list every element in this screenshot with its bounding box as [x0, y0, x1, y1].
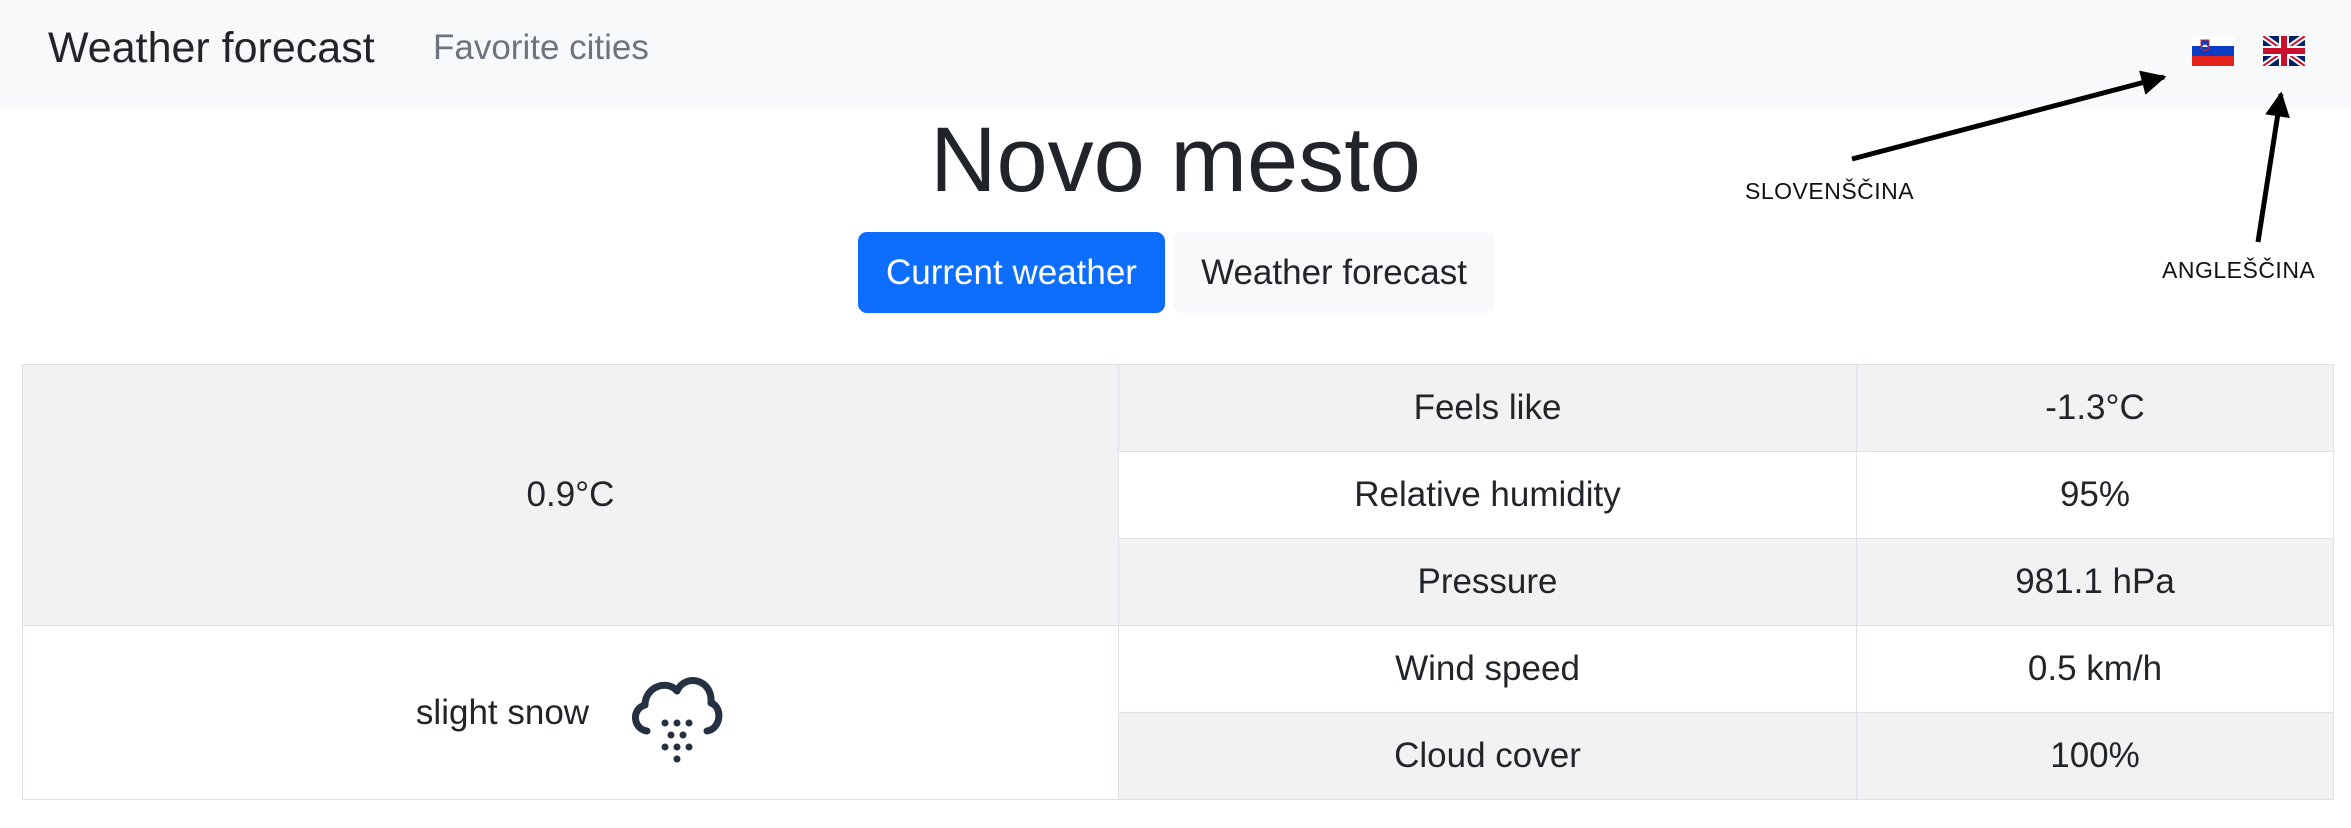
row-label-humidity: Relative humidity [1118, 451, 1857, 539]
uk-flag-icon[interactable] [2263, 36, 2305, 66]
table-row: slight snow Wind speed 0.5 km/h [22, 625, 2334, 800]
tab-current-weather[interactable]: Current weather [858, 232, 1165, 313]
navbar: Weather forecast Favorite cities [0, 0, 2351, 108]
tab-weather-forecast[interactable]: Weather forecast [1173, 232, 1495, 313]
city-title: Novo mesto [930, 109, 1421, 211]
annotation-english: ANGLEŠČINA [2162, 257, 2316, 283]
row-label-wind-speed: Wind speed [1118, 625, 1857, 713]
current-weather-table: 0.9°C Feels like -1.3°C Relative humidit… [22, 364, 2334, 800]
row-value-feels-like: -1.3°C [1856, 364, 2334, 452]
row-label-cloud-cover: Cloud cover [1118, 712, 1857, 800]
row-value-cloud-cover: 100% [1856, 712, 2334, 800]
row-value-wind-speed: 0.5 km/h [1856, 625, 2334, 713]
row-value-humidity: 95% [1856, 451, 2334, 539]
row-label-pressure: Pressure [1118, 538, 1857, 626]
row-value-pressure: 981.1 hPa [1856, 538, 2334, 626]
weather-description: slight snow [415, 692, 590, 732]
row-label-feels-like: Feels like [1118, 364, 1857, 452]
table-row: 0.9°C Feels like -1.3°C [22, 364, 2334, 626]
navbar-brand[interactable]: Weather forecast [48, 18, 375, 78]
slovenia-flag-icon[interactable] [2192, 36, 2234, 66]
temperature-value: 0.9°C [22, 364, 1119, 626]
weather-description-cell: slight snow [22, 625, 1119, 800]
nav-link-favorite-cities[interactable]: Favorite cities [433, 20, 649, 76]
snow-cloud-icon [625, 663, 725, 763]
